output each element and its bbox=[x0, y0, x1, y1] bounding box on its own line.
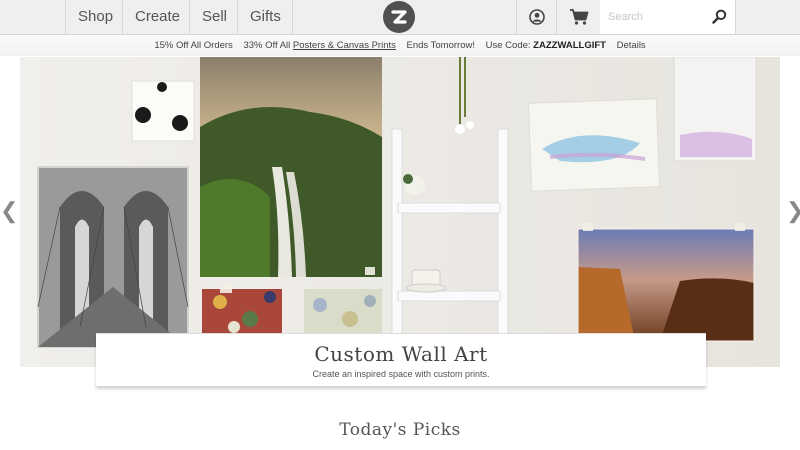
main-nav: Shop Create Sell Gifts bbox=[65, 0, 293, 34]
zazzle-logo-icon bbox=[391, 10, 407, 24]
account-button[interactable] bbox=[516, 0, 557, 34]
promo-discount-posters-prefix: 33% Off All bbox=[243, 40, 293, 51]
cart-icon bbox=[570, 9, 589, 25]
search-box bbox=[600, 0, 736, 34]
wall-art-collage bbox=[20, 57, 780, 367]
carousel-next-icon[interactable]: ❯ bbox=[786, 198, 800, 224]
search-icon[interactable] bbox=[712, 9, 727, 24]
carousel-prev-icon[interactable]: ❮ bbox=[0, 198, 18, 224]
hero-caption[interactable]: Custom Wall Art Create an inspired space… bbox=[96, 333, 706, 386]
search-input[interactable] bbox=[600, 0, 708, 34]
todays-picks-heading: Today's Picks bbox=[339, 420, 461, 440]
promo-discount-all: 15% Off All Orders bbox=[154, 40, 233, 51]
promo-code-label: Use Code: ZAZZWALLGIFT bbox=[486, 40, 606, 51]
cart-button[interactable] bbox=[556, 0, 602, 34]
hero-title: Custom Wall Art bbox=[314, 342, 488, 366]
promo-ends: Ends Tomorrow! bbox=[406, 40, 475, 51]
user-icon bbox=[529, 9, 545, 25]
top-header: Shop Create Sell Gifts bbox=[0, 0, 800, 35]
promo-bar: 15% Off All Orders 33% Off All Posters &… bbox=[0, 35, 800, 56]
nav-gifts[interactable]: Gifts bbox=[237, 0, 293, 34]
hero-subtitle: Create an inspired space with custom pri… bbox=[312, 369, 490, 379]
nav-create[interactable]: Create bbox=[122, 0, 189, 34]
posters-canvas-link[interactable]: Posters & Canvas Prints bbox=[293, 40, 396, 51]
zazzle-logo[interactable] bbox=[383, 1, 415, 33]
nav-shop[interactable]: Shop bbox=[65, 0, 122, 34]
promo-discount-posters: 33% Off All Posters & Canvas Prints bbox=[243, 40, 395, 51]
nav-sell[interactable]: Sell bbox=[189, 0, 237, 34]
promo-details-link[interactable]: Details bbox=[617, 40, 646, 51]
promo-code-prefix: Use Code: bbox=[485, 40, 534, 51]
promo-code: ZAZZWALLGIFT bbox=[533, 40, 606, 51]
hero-banner[interactable] bbox=[20, 57, 780, 367]
